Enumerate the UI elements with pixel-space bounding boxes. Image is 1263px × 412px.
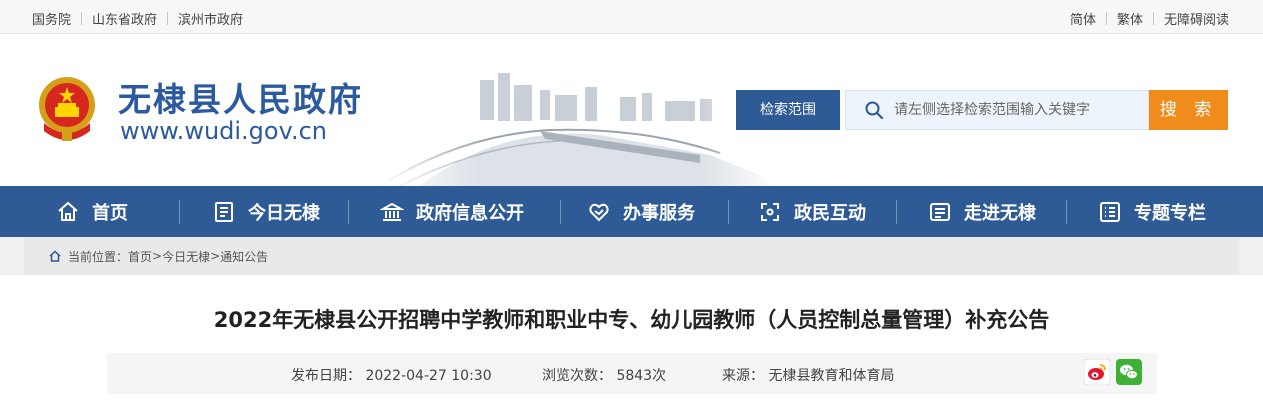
site-url: www.wudi.gov.cn <box>120 117 327 145</box>
nav-label: 今日无棣 <box>248 202 320 224</box>
site-title[interactable]: 无棣县人民政府 <box>118 73 363 121</box>
location-icon <box>49 250 61 262</box>
breadcrumb-sep: > <box>152 249 163 263</box>
nav-item-today-wudi[interactable]: 今日无棣 <box>212 186 320 237</box>
view-count: 浏览次数： 5843次 <box>542 368 667 384</box>
top-links-left: 国务院 山东省政府 滨州市政府 <box>32 9 243 28</box>
search-box <box>845 90 1149 130</box>
link-binzhou-gov[interactable]: 滨州市政府 <box>178 9 243 28</box>
top-links-right: 简体 繁体 无障碍阅读 <box>1070 9 1229 28</box>
nav-item-about-wudi[interactable]: 走进无棣 <box>928 186 1036 237</box>
nav-label: 政府信息公开 <box>416 202 524 224</box>
nav-divider <box>896 200 897 224</box>
link-accessibility[interactable]: 无障碍阅读 <box>1164 9 1229 28</box>
article-meta: 发布日期： 2022-04-27 10:30 浏览次数： 5843次 来源： 无… <box>107 353 1157 394</box>
nav-item-topics[interactable]: 专题专栏 <box>1098 186 1206 237</box>
link-traditional[interactable]: 繁体 <box>1117 9 1143 28</box>
nav-label: 走进无棣 <box>964 202 1036 224</box>
home-icon <box>58 201 78 221</box>
topic-icon <box>1100 201 1120 222</box>
breadcrumb-bar: 当前位置： 首页 > 今日无棣 > 通知公告 <box>0 237 1263 275</box>
wechat-icon[interactable] <box>1116 359 1142 385</box>
nav-label: 政民互动 <box>794 202 866 224</box>
nav-label: 专题专栏 <box>1134 202 1206 224</box>
publish-time: 发布日期： 2022-04-27 10:30 <box>291 368 492 384</box>
search-scope-button[interactable]: 检索范围 <box>736 90 840 130</box>
breadcrumb-today-wudi[interactable]: 今日无棣 <box>162 248 210 265</box>
link-shandong-gov[interactable]: 山东省政府 <box>92 9 157 28</box>
divider <box>81 12 83 25</box>
link-simplified[interactable]: 简体 <box>1070 9 1096 28</box>
service-icon <box>589 203 609 221</box>
nav-label: 办事服务 <box>623 202 695 224</box>
article-source: 来源： 无棣县教育和体育局 <box>722 368 895 384</box>
breadcrumb: 当前位置： 首页 > 今日无棣 > 通知公告 <box>24 237 1239 275</box>
nav-label: 首页 <box>92 202 128 224</box>
link-state-council[interactable]: 国务院 <box>32 9 71 28</box>
government-icon <box>380 202 404 221</box>
breadcrumb-sep: > <box>210 249 221 263</box>
nav-divider <box>560 200 561 224</box>
search-button[interactable]: 搜 索 <box>1149 90 1228 130</box>
site-header: 无棣县人民政府 www.wudi.gov.cn 检索范围 请左侧选择检索范围输入… <box>0 35 1263 186</box>
divider <box>167 12 169 25</box>
nav-item-interaction[interactable]: 政民互动 <box>758 186 866 237</box>
breadcrumb-home[interactable]: 首页 <box>128 248 152 265</box>
breadcrumb-prefix: 当前位置： <box>68 249 129 264</box>
intro-icon <box>930 202 950 221</box>
weibo-icon[interactable] <box>1084 359 1110 385</box>
top-bar: 国务院 山东省政府 滨州市政府 简体 繁体 无障碍阅读 <box>0 0 1263 34</box>
breadcrumb-notices[interactable]: 通知公告 <box>220 248 268 265</box>
nav-divider <box>728 200 729 224</box>
interaction-icon <box>761 202 779 221</box>
nav-item-home[interactable]: 首页 <box>56 186 128 237</box>
city-skyline-illustration <box>380 35 780 186</box>
emblem[interactable] <box>36 73 98 143</box>
news-icon <box>215 201 233 222</box>
article-title: 2022年无棣县公开招聘中学教师和职业中专、幼儿园教师（人员控制总量管理）补充公… <box>213 308 1050 332</box>
nav-divider <box>348 200 349 224</box>
main-nav: 首页 今日无棣 政府信息公开 办事服务 政民互动 走进无棣 专题专栏 <box>0 186 1263 237</box>
divider <box>1105 12 1107 25</box>
nav-item-gov-info[interactable]: 政府信息公开 <box>380 186 524 237</box>
nav-divider <box>1066 200 1067 224</box>
search-input[interactable] <box>894 99 1139 121</box>
nav-item-services[interactable]: 办事服务 <box>587 186 695 237</box>
nav-divider <box>179 200 180 224</box>
divider <box>1152 12 1154 25</box>
search-icon <box>865 101 884 120</box>
